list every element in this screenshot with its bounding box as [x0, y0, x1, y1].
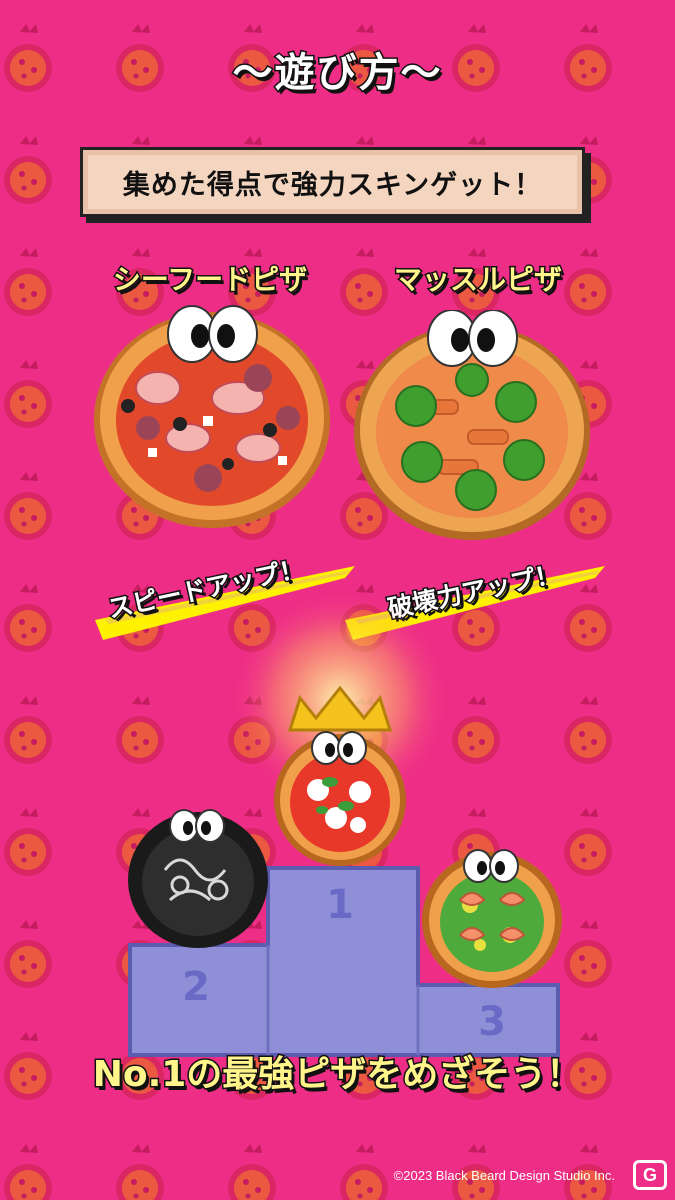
podium-scene: 1 2 3	[128, 590, 562, 1057]
goal-tagline: No.1の最強ピザをめざそう！	[91, 1053, 584, 1097]
rank-3-label: 3	[478, 999, 506, 1045]
margherita-pizza-icon	[274, 685, 406, 866]
site-logo-icon: G	[633, 1160, 667, 1190]
squid-ink-pizza-icon	[128, 809, 268, 948]
rank-1-label: 1	[326, 882, 354, 928]
rank-2-label: 2	[182, 964, 210, 1010]
copyright-text: ©2023 Black Beard Design Studio Inc.	[393, 1168, 615, 1183]
shrimp-pizza-icon	[422, 849, 562, 988]
